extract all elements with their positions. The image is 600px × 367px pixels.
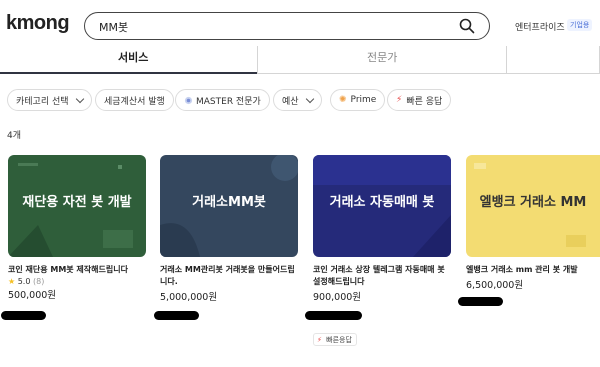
chevron-down-icon: [75, 94, 84, 103]
prime-icon: ✺: [339, 95, 347, 105]
tab-services[interactable]: 서비스: [0, 46, 257, 74]
filter-master[interactable]: MASTER 전문가: [175, 89, 270, 111]
thumbnail-title: 재단용 자전 봇 개발: [22, 195, 132, 210]
fast-response-badge: ⚡ 빠른응답: [313, 333, 357, 346]
review-count: (8): [33, 277, 45, 286]
filter-category-label: 카테고리 선택: [16, 96, 69, 107]
enterprise-link[interactable]: 엔터프라이즈: [515, 20, 565, 33]
filter-category[interactable]: 카테고리 선택: [7, 89, 92, 111]
filter-fast-response[interactable]: ⚡ 빠른 응답: [387, 89, 452, 111]
redacted-seller: [154, 311, 199, 320]
service-card[interactable]: 거래소MM봇 거래소 MM관리봇 거래봇을 만들어드립니다. 5,000,000…: [160, 155, 298, 303]
service-card[interactable]: 거래소 자동매매 봇 코인 거래소 상장 텔레그램 자동매매 봇 설정해드립니다…: [313, 155, 451, 303]
card-title[interactable]: 거래소 MM관리봇 거래봇을 만들어드립니다.: [160, 264, 298, 288]
card-price: 900,000원: [313, 292, 362, 303]
card-price: 5,000,000원: [160, 292, 218, 303]
card-price: 500,000원: [8, 290, 57, 301]
star-icon: ★: [8, 277, 16, 286]
filter-prime-label: Prime: [350, 95, 377, 105]
filter-master-label: MASTER 전문가: [196, 96, 261, 107]
filter-budget[interactable]: 예산: [273, 89, 322, 111]
filter-tax-invoice[interactable]: 세금계산서 발행: [95, 89, 174, 111]
chevron-down-icon: [305, 94, 314, 103]
search-input[interactable]: MM봇: [99, 19, 128, 35]
search-icon[interactable]: [459, 18, 475, 34]
thumbnail-title: 엘뱅크 거래소 MM: [479, 195, 587, 210]
tab-experts-label: 전문가: [367, 51, 398, 64]
enterprise-badge: 기업용: [567, 19, 593, 31]
rating-value: 5.0: [17, 277, 31, 286]
thumbnail-title: 거래소MM봇: [192, 195, 266, 210]
kmong-logo[interactable]: kmong: [6, 12, 70, 35]
thumbnail-title: 거래소 자동매매 봇: [329, 195, 435, 210]
filter-tax-invoice-label: 세금계산서 발행: [104, 96, 165, 107]
lightning-icon: ⚡: [317, 336, 322, 344]
card-title[interactable]: 엘뱅크 거래소 mm 관리 봇 개발: [466, 264, 600, 276]
card-thumbnail[interactable]: 엘뱅크 거래소 MM: [466, 155, 600, 257]
tab-services-label: 서비스: [118, 51, 149, 64]
master-icon: [184, 96, 193, 104]
filter-fast-response-label: 빠른 응답: [406, 96, 443, 107]
card-thumbnail[interactable]: 거래소 자동매매 봇: [313, 155, 451, 257]
result-tabs: 서비스 전문가: [0, 46, 600, 74]
service-card[interactable]: 재단용 자전 봇 개발 코인 재단용 MM봇 제작해드립니다 ★ 5.0 (8)…: [8, 155, 146, 301]
filter-prime[interactable]: ✺ Prime: [330, 89, 386, 111]
service-card[interactable]: 엘뱅크 거래소 MM 엘뱅크 거래소 mm 관리 봇 개발 6,500,000원: [466, 155, 600, 291]
card-title[interactable]: 코인 재단용 MM봇 제작해드립니다: [8, 264, 146, 276]
redacted-seller: [458, 297, 503, 306]
card-rating: ★ 5.0 (8): [8, 277, 146, 286]
card-price: 6,500,000원: [466, 280, 524, 291]
fast-response-badge-label: 빠른응답: [326, 336, 352, 344]
card-thumbnail[interactable]: 거래소MM봇: [160, 155, 298, 257]
tab-experts[interactable]: 전문가: [257, 46, 507, 74]
redacted-seller: [1, 311, 46, 320]
search-bar[interactable]: MM봇: [84, 12, 490, 40]
tab-filler: [507, 46, 600, 74]
filter-budget-label: 예산: [282, 96, 299, 107]
result-count: 4개: [7, 131, 22, 141]
lightning-icon: ⚡: [396, 95, 403, 105]
top-header: kmong MM봇 엔터프라이즈 기업용: [0, 0, 600, 46]
redacted-seller: [305, 311, 362, 320]
card-title[interactable]: 코인 거래소 상장 텔레그램 자동매매 봇 설정해드립니다: [313, 264, 451, 288]
card-thumbnail[interactable]: 재단용 자전 봇 개발: [8, 155, 146, 257]
